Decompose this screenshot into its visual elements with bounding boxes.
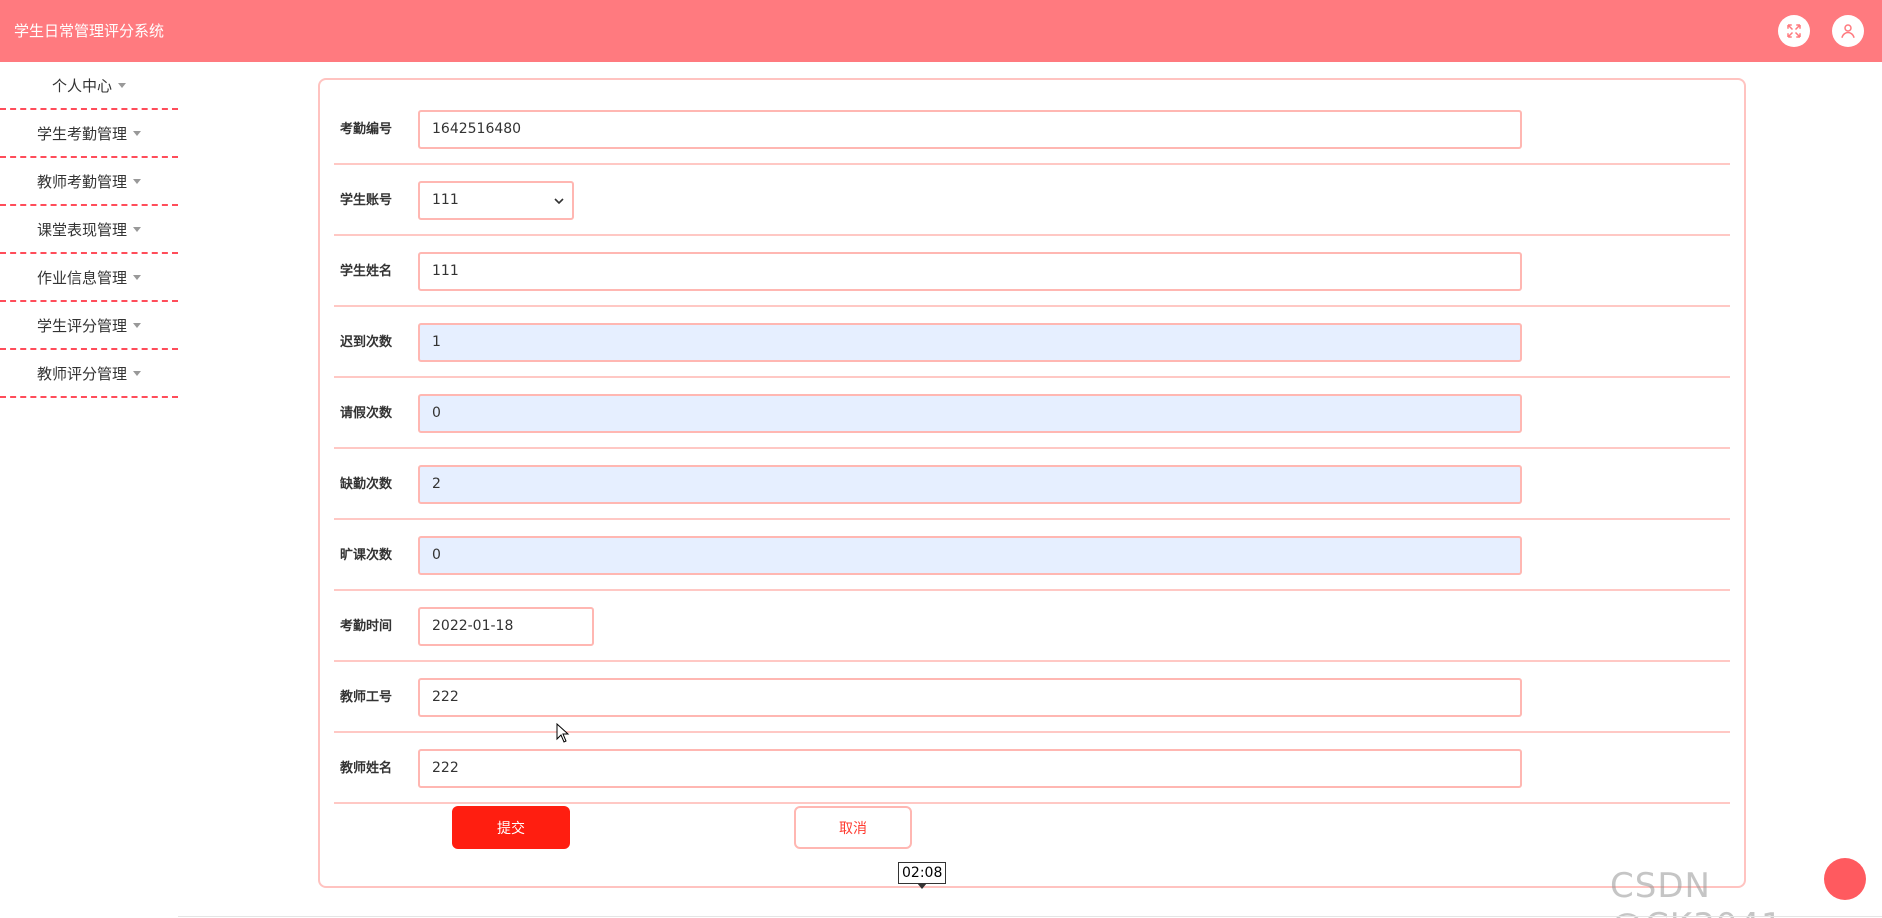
teacher-name-input[interactable]: 222 <box>418 749 1522 788</box>
field-label: 缺勤次数 <box>340 477 393 492</box>
caret-down-icon <box>133 130 141 136</box>
sidebar-item-teacher-attendance[interactable]: 教师考勤管理 <box>0 158 178 206</box>
caret-down-icon <box>133 178 141 184</box>
form-row-leave-count: 请假次数 0 <box>334 378 1730 449</box>
caret-down-icon <box>133 322 141 328</box>
caret-down-icon <box>133 226 141 232</box>
form-row-teacher-name: 教师姓名 222 <box>334 733 1730 804</box>
sidebar-item-label: 课堂表现管理 <box>36 220 127 239</box>
sidebar: 个人中心 学生考勤管理 教师考勤管理 课堂表现管理 作业信息管理 学生评分管理 … <box>0 62 178 398</box>
form-row-truancy-count: 旷课次数 0 <box>334 520 1730 591</box>
truancy-count-input[interactable]: 0 <box>418 536 1522 575</box>
form-row-attendance-id: 考勤编号 1642516480 <box>334 94 1730 165</box>
divider <box>178 916 1882 917</box>
user-icon <box>1841 24 1855 38</box>
chevron-down-icon <box>554 197 564 204</box>
teacher-id-input[interactable]: 222 <box>418 678 1522 717</box>
expand-icon <box>1787 24 1801 38</box>
form-row-absence-count: 缺勤次数 2 <box>334 449 1730 520</box>
caret-down-icon <box>133 370 141 376</box>
user-button[interactable] <box>1832 15 1864 47</box>
form-row-attendance-date: 考勤时间 2022-01-18 <box>334 591 1730 662</box>
sidebar-item-label: 教师考勤管理 <box>36 172 127 191</box>
sidebar-item-label: 个人中心 <box>51 76 112 95</box>
sidebar-item-label: 作业信息管理 <box>36 268 127 287</box>
mouse-cursor-icon <box>556 723 570 743</box>
form-row-teacher-id: 教师工号 222 <box>334 662 1730 733</box>
field-label: 教师姓名 <box>340 761 393 776</box>
sidebar-item-class-performance[interactable]: 课堂表现管理 <box>0 206 178 254</box>
field-label: 学生姓名 <box>340 264 393 279</box>
sidebar-item-label: 学生考勤管理 <box>36 124 127 143</box>
cancel-button[interactable]: 取消 <box>794 806 912 849</box>
sidebar-item-personal-center[interactable]: 个人中心 <box>0 62 178 110</box>
student-account-select[interactable]: 111 <box>418 181 574 220</box>
submit-button[interactable]: 提交 <box>452 806 570 849</box>
field-label: 旷课次数 <box>340 548 393 563</box>
app-title: 学生日常管理评分系统 <box>14 22 165 40</box>
field-label: 请假次数 <box>340 406 393 421</box>
attendance-date-input[interactable]: 2022-01-18 <box>418 607 594 646</box>
sidebar-item-student-attendance[interactable]: 学生考勤管理 <box>0 110 178 158</box>
form-row-late-count: 迟到次数 1 <box>334 307 1730 378</box>
student-name-input[interactable]: 111 <box>418 252 1522 291</box>
video-time-tooltip: 02:08 <box>898 862 947 889</box>
attendance-id-input[interactable]: 1642516480 <box>418 110 1522 149</box>
attendance-form: 考勤编号 1642516480 学生账号 111 学生姓名 111 迟到次数 1… <box>318 78 1746 888</box>
field-label: 学生账号 <box>340 193 393 208</box>
form-row-student-account: 学生账号 111 <box>334 165 1730 236</box>
field-label: 考勤时间 <box>340 619 393 634</box>
top-header: 学生日常管理评分系统 <box>0 0 1882 62</box>
watermark: CSDN @CK3041 <box>1610 866 1783 918</box>
sidebar-item-student-scoring[interactable]: 学生评分管理 <box>0 302 178 350</box>
field-label: 迟到次数 <box>340 335 393 350</box>
form-row-student-name: 学生姓名 111 <box>334 236 1730 307</box>
sidebar-item-homework[interactable]: 作业信息管理 <box>0 254 178 302</box>
fullscreen-button[interactable] <box>1778 15 1810 47</box>
sidebar-item-label: 教师评分管理 <box>36 364 127 383</box>
field-label: 考勤编号 <box>340 122 393 137</box>
caret-down-icon <box>118 82 126 88</box>
leave-count-input[interactable]: 0 <box>418 394 1522 433</box>
caret-down-icon <box>133 274 141 280</box>
late-count-input[interactable]: 1 <box>418 323 1522 362</box>
field-label: 教师工号 <box>340 690 393 705</box>
absence-count-input[interactable]: 2 <box>418 465 1522 504</box>
sidebar-item-label: 学生评分管理 <box>36 316 127 335</box>
select-value: 111 <box>432 192 459 208</box>
sidebar-item-teacher-scoring[interactable]: 教师评分管理 <box>0 350 178 398</box>
